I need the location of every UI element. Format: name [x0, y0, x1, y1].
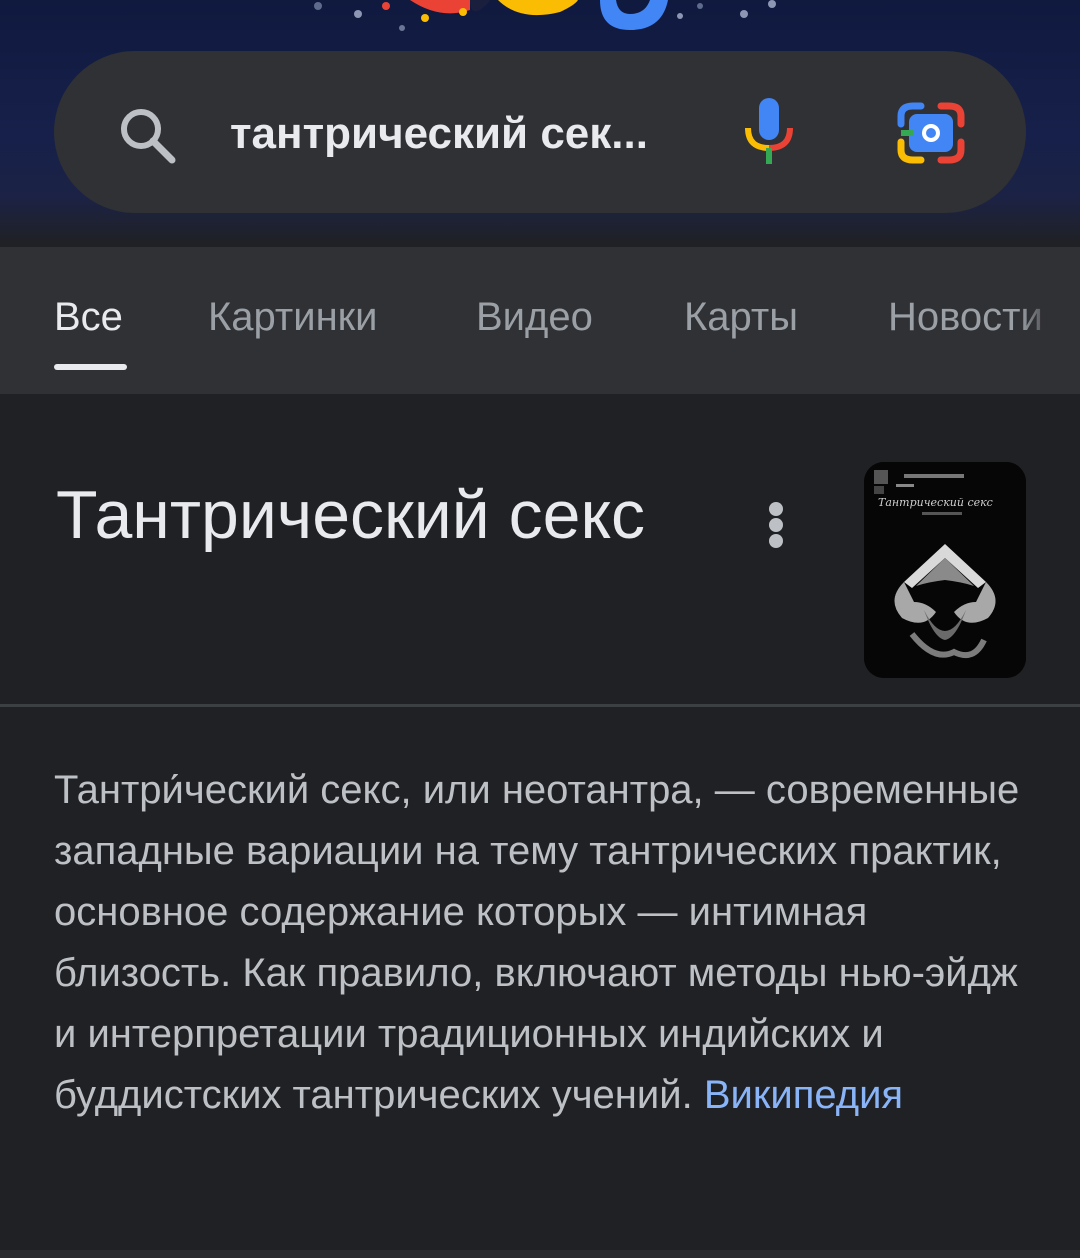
active-tab-indicator: [54, 364, 127, 370]
wikipedia-link[interactable]: Википедия: [704, 1073, 903, 1117]
tabs-scroll-fade: [1020, 247, 1080, 381]
more-vert-icon[interactable]: [760, 496, 792, 550]
description-text: Тантри́ческий секс, или неотантра, — сов…: [54, 768, 1020, 1117]
search-icon[interactable]: [116, 104, 178, 166]
knowledge-panel-title: Тантрический секс: [56, 477, 645, 553]
search-input[interactable]: тантрический сек...: [230, 104, 690, 164]
tab-video[interactable]: Видео: [476, 287, 593, 347]
bottom-divider: [0, 1250, 1080, 1258]
thumbnail-caption: Тантрический секс: [878, 496, 993, 509]
search-results-page: тантрический сек... Все Картинки Видео К…: [0, 0, 1080, 1258]
google-doodle[interactable]: [0, 0, 1080, 40]
mic-icon[interactable]: [742, 96, 796, 168]
tab-maps[interactable]: Карты: [684, 287, 798, 347]
knowledge-panel-thumbnail[interactable]: Тантрический секс: [864, 462, 1026, 678]
google-lens-icon[interactable]: [895, 100, 967, 166]
tab-images[interactable]: Картинки: [208, 287, 378, 347]
tab-all[interactable]: Все: [54, 287, 123, 347]
knowledge-panel-description: Тантри́ческий секс, или неотантра, — сов…: [54, 760, 1044, 1126]
search-tabs: Все Картинки Видео Карты Новости: [0, 247, 1080, 394]
divider: [0, 704, 1080, 707]
